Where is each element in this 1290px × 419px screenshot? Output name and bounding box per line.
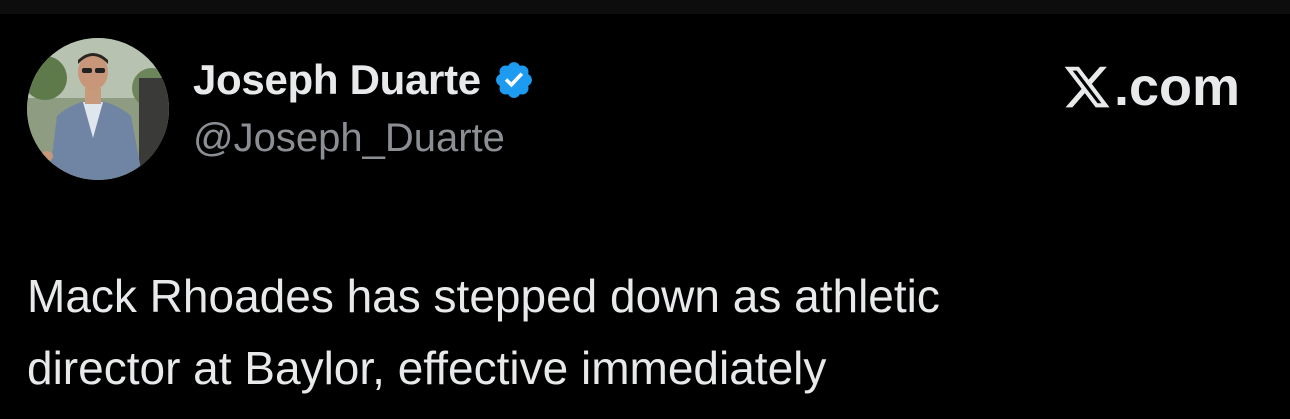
author-display-name[interactable]: Joseph Duarte [193,56,481,104]
tweet-line: director at Baylor, effective immediatel… [27,342,827,394]
verified-badge-icon [493,59,535,101]
author-name-row: Joseph Duarte [193,52,535,108]
tweet-line: Mack Rhoades has stepped down as athleti… [27,270,940,322]
tweet-body: Mack Rhoades has stepped down as athleti… [27,260,1227,404]
brand-suffix: .com [1113,57,1240,117]
avatar[interactable] [27,38,169,180]
x-brand-watermark: .com [1062,56,1240,118]
x-logo-icon [1062,62,1112,112]
tweet-screenshot: Joseph Duarte @Joseph_Duarte .com Mack R… [0,0,1290,419]
author-handle[interactable]: @Joseph_Duarte [193,116,505,161]
status-bar-strip [0,0,1290,14]
